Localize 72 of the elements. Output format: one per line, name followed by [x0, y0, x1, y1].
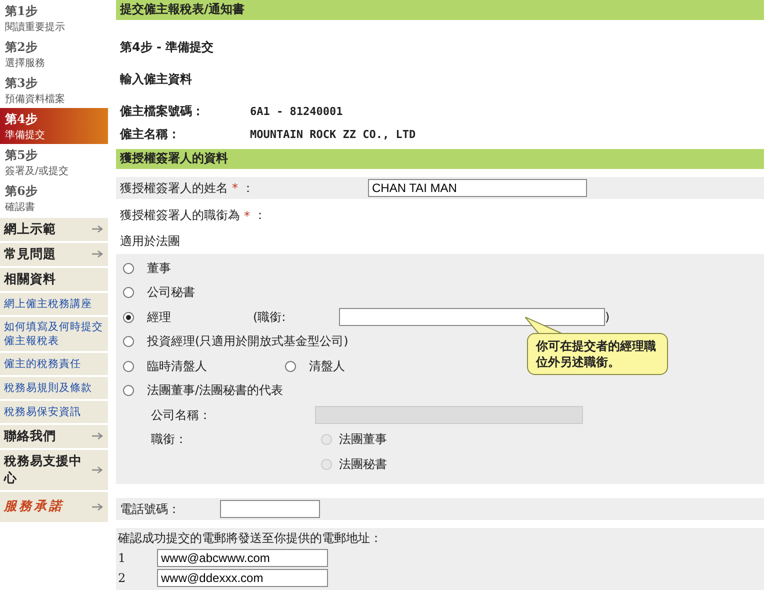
menu-item[interactable]: 網上僱主稅務講座	[0, 292, 108, 315]
required-mark: *	[232, 181, 238, 195]
field-label: 電話號碼：	[120, 500, 181, 518]
phone-input[interactable]	[220, 500, 320, 518]
option-label: 投資經理(只適用於開放式基金型公司)	[147, 333, 348, 350]
field-label: 獲授權簽署人的姓名	[120, 180, 228, 196]
arrow-icon	[92, 225, 104, 234]
field-label: 職銜：	[151, 431, 188, 448]
title-input[interactable]	[339, 308, 605, 326]
option-label: 臨時清盤人	[147, 358, 207, 375]
menu-label[interactable]: 聯絡我們	[4, 428, 56, 445]
name-input[interactable]: CHAN TAI MAN	[368, 179, 587, 197]
field-value: MOUNTAIN ROCK ZZ CO., LTD	[250, 128, 416, 141]
email-input[interactable]: www@ddexxx.com	[157, 569, 328, 588]
section-title: 輸入僱主資料	[120, 70, 193, 88]
menu-item[interactable]: 常見問題	[0, 242, 108, 266]
colon: ：	[254, 207, 266, 224]
field-label: 適用於法團	[120, 232, 180, 250]
sidebar-link[interactable]: 網上僱主稅務講座	[4, 296, 92, 311]
option-label: 清盤人	[309, 358, 345, 375]
option-label: 經理	[147, 308, 171, 326]
menu-label[interactable]: 常見問題	[4, 246, 56, 263]
menu-item[interactable]: 僱主的稅務責任	[0, 352, 108, 375]
option-label: 公司秘書	[147, 284, 195, 302]
menu-item[interactable]: 聯絡我們	[0, 424, 108, 448]
row-number: 1	[118, 551, 127, 566]
menu-label[interactable]: 稅務易支援中心	[4, 452, 92, 487]
step-item[interactable]: 第4步 準備提交	[0, 108, 108, 144]
arrow-icon	[92, 432, 104, 440]
menu-item[interactable]: 服務承諾	[0, 492, 108, 522]
option-label: 法團秘書	[339, 456, 387, 473]
arrow-icon	[92, 466, 104, 474]
field-label: 僱主檔案號碼：	[120, 102, 205, 120]
arrow-icon	[92, 250, 104, 258]
menu-label[interactable]: 網上示範	[4, 221, 56, 238]
email-input[interactable]: www@abcwww.com	[157, 549, 328, 568]
radio-button[interactable]	[285, 360, 296, 372]
radio-button[interactable]	[321, 458, 332, 470]
arrow-icon	[92, 502, 104, 511]
page-title-bar: 提交僱主報稅表/通知書	[116, 0, 764, 20]
radio-button[interactable]	[123, 385, 134, 396]
field-label: 僱主名稱：	[120, 126, 181, 143]
field-label: (職銜:	[253, 308, 287, 326]
sidebar-heading: 相關資料	[4, 270, 56, 288]
pledge-logo[interactable]: 服務承諾	[4, 498, 64, 516]
step-title: 第4步 - 準備提交	[120, 38, 215, 56]
bracket: )	[605, 310, 610, 324]
radio-button[interactable]	[123, 336, 134, 348]
company-name-input[interactable]	[315, 406, 583, 424]
sidebar-link[interactable]: 稅務易規則及條款	[4, 380, 92, 396]
menu-item[interactable]: 稅務易規則及條款	[0, 376, 108, 399]
radio-button[interactable]	[123, 287, 134, 298]
required-mark: *	[244, 208, 250, 223]
sidebar-link[interactable]: 稅務易保安資訊	[4, 404, 81, 420]
sidebar-link[interactable]: 僱主的稅務責任	[4, 356, 81, 372]
option-label: 法團董事	[339, 431, 387, 448]
field-value: 6A1 - 81240001	[250, 104, 343, 118]
section-bar: 獲授權簽署人的資料	[116, 148, 764, 169]
menu-item[interactable]: 稅務易支援中心	[0, 450, 108, 490]
option-label: 法團董事/法團秘書的代表	[147, 382, 284, 400]
option-label: 董事	[147, 260, 171, 277]
radio-button[interactable]	[123, 360, 134, 372]
menu-item[interactable]: 稅務易保安資訊	[0, 400, 108, 423]
field-label: 獲授權簽署人的職銜為	[120, 207, 240, 224]
menu-item[interactable]: 網上示範	[0, 218, 108, 241]
colon: ：	[242, 180, 255, 196]
row-number: 2	[118, 571, 127, 586]
radio-button[interactable]	[123, 262, 134, 274]
email-intro: 確認成功提交的電郵將發送至你提供的電郵地址：	[118, 530, 383, 548]
radio-button[interactable]	[123, 312, 134, 323]
radio-button[interactable]	[321, 434, 332, 446]
field-label: 公司名稱：	[151, 406, 212, 424]
